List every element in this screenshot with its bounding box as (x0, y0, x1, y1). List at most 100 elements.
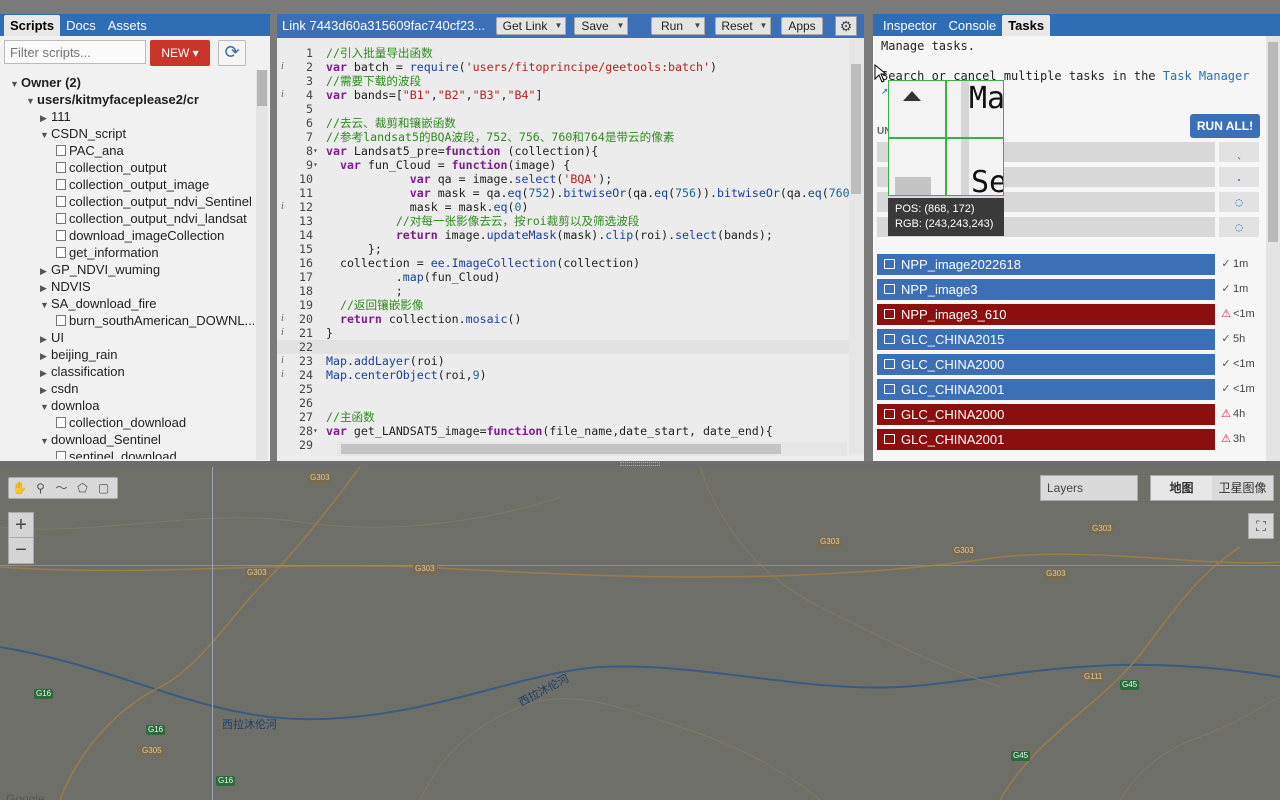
tree-folder[interactable]: ▶ classification (40, 363, 125, 380)
code-horizontal-scrollbar[interactable] (337, 442, 847, 456)
reset-button[interactable]: Reset (715, 17, 759, 35)
scrollbar-thumb[interactable] (851, 64, 861, 194)
fold-toggle-icon[interactable]: ▾ (313, 424, 321, 438)
tasks-scrollbar[interactable] (1266, 36, 1280, 461)
code-line[interactable]: 17 .map(fun_Cloud) (277, 270, 849, 284)
task-row[interactable]: GLC_CHINA2000 (877, 354, 1215, 375)
run-button[interactable]: Run (651, 17, 693, 35)
code-line[interactable]: 28 ▾ var get_LANDSAT5_image=function(file_… (277, 424, 849, 438)
task-row[interactable]: NPP_image2022618 (877, 254, 1215, 275)
code-line[interactable]: 8 ▾ var Landsat5_pre=function (collection)… (277, 144, 849, 158)
chevron-down-icon[interactable]: ▼ (26, 93, 37, 110)
task-row[interactable]: GLC_CHINA2015 (877, 329, 1215, 350)
code-line[interactable]: 10 var qa = image.select('BQA'); (277, 172, 849, 186)
save-dropdown-icon[interactable]: ▼ (614, 17, 628, 35)
layers-button[interactable]: Layers (1040, 475, 1138, 501)
run-dropdown-icon[interactable]: ▼ (691, 17, 705, 35)
fold-toggle-icon[interactable]: ▾ (313, 144, 321, 158)
code-line[interactable]: 1 //引入批量导出函数 (277, 46, 849, 60)
save-button[interactable]: Save (574, 17, 616, 35)
code-line[interactable]: i 20 return collection.mosaic() (277, 312, 849, 326)
tree-folder[interactable]: ▼ SA_download_fire (40, 295, 157, 312)
script-title[interactable]: Link 7443d60a315609fac740cf23... (282, 18, 485, 33)
scrollbar-thumb[interactable] (1268, 42, 1278, 242)
code-line[interactable]: 6 //去云、裁剪和镶嵌函数 (277, 116, 849, 130)
task-row[interactable]: GLC_CHINA2001 (877, 379, 1215, 400)
tree-folder[interactable]: ▶ 111 (40, 108, 71, 125)
get-link-dropdown-icon[interactable]: ▼ (552, 17, 566, 35)
script-file[interactable]: sentinel_download (56, 448, 177, 459)
task-row[interactable]: NPP_image3_610 (877, 304, 1215, 325)
code-line[interactable]: i 4 var bands=["B1","B2","B3","B4"] (277, 88, 849, 102)
tree-folder[interactable]: ▼ Owner (2) (10, 74, 81, 91)
filter-scripts-input[interactable] (4, 40, 146, 64)
script-file[interactable]: collection_output_image (56, 176, 209, 193)
code-line[interactable]: i 12 mask = mask.eq(0) (277, 200, 849, 214)
code-vertical-scrollbar[interactable] (849, 38, 864, 454)
script-file[interactable]: download_imageCollection (56, 227, 224, 244)
code-line[interactable]: 3 //需要下载的波段 (277, 74, 849, 88)
tree-folder[interactable]: ▼ download_Sentinel (40, 431, 161, 448)
get-link-button[interactable]: Get Link (496, 17, 554, 35)
new-button[interactable]: NEW ▾ (150, 40, 210, 66)
task-row[interactable]: GLC_CHINA2001 (877, 429, 1215, 450)
polygon-icon[interactable]: ⬠ (72, 478, 93, 498)
code-line[interactable]: 9 ▾ var fun_Cloud = function(image) { (277, 158, 849, 172)
script-file[interactable]: PAC_ana (56, 142, 124, 159)
code-line[interactable]: 22 (277, 340, 849, 354)
tab-scripts[interactable]: Scripts (4, 15, 61, 36)
zoom-in-button[interactable]: + (9, 513, 33, 538)
task-row[interactable]: NPP_image3 (877, 279, 1215, 300)
map-type-map[interactable]: 地图 (1151, 476, 1212, 500)
code-line[interactable]: 15 }; (277, 242, 849, 256)
tree-folder[interactable]: ▼ users/kitmyfaceplease2/cr (26, 91, 199, 108)
tree-folder[interactable]: ▶ beijing_rain (40, 346, 118, 363)
script-file[interactable]: get_information (56, 244, 159, 261)
tree-folder[interactable]: ▶ csdn (40, 380, 78, 397)
code-line[interactable]: 5 (277, 102, 849, 116)
code-line[interactable]: 7 //参考landsat5的BQA波段，752、756、760和764是带云的像… (277, 130, 849, 144)
script-file[interactable]: collection_download (56, 414, 186, 431)
code-line[interactable]: i 2 var batch = require('users/fitoprincip… (277, 60, 849, 74)
code-line[interactable]: i 21} (277, 326, 849, 340)
tab-tasks[interactable]: Tasks (1002, 15, 1051, 36)
point-marker-icon[interactable]: ⚲ (30, 478, 51, 498)
code-line[interactable]: 14 return image.updateMask(mask).clip(ro… (277, 228, 849, 242)
line-icon[interactable]: 〜 (51, 478, 72, 498)
script-file[interactable]: collection_output_ndvi_landsat (56, 210, 247, 227)
code-line[interactable]: 16 collection = ee.ImageCollection(colle… (277, 256, 849, 270)
hand-icon[interactable]: ✋ (9, 478, 30, 498)
scrollbar-thumb[interactable] (341, 444, 781, 454)
code-line[interactable]: 18 ; (277, 284, 849, 298)
code-line[interactable]: 26 (277, 396, 849, 410)
scrollbar-thumb[interactable] (257, 70, 267, 106)
code-line[interactable]: i 24 Map.centerObject(roi,9) (277, 368, 849, 382)
refresh-icon[interactable]: ⟳ (218, 40, 246, 66)
map-view[interactable]: G303 G303 G303 G303 G303 G303 G303 G16 G… (0, 467, 1280, 800)
rectangle-icon[interactable]: ▢ (93, 478, 114, 498)
fullscreen-icon[interactable]: ⛶ (1248, 513, 1274, 539)
script-file[interactable]: collection_output_ndvi_Sentinel (56, 193, 252, 210)
script-file[interactable]: collection_output (56, 159, 167, 176)
tree-folder[interactable]: ▼ downloa (40, 397, 99, 414)
code-line[interactable]: 25 (277, 382, 849, 396)
splitter-grip[interactable] (620, 462, 660, 466)
code-line[interactable]: 13 //对每一张影像去云，按roi裁剪以及筛选波段 (277, 214, 849, 228)
chevron-down-icon[interactable]: ▼ (40, 297, 51, 314)
chevron-down-icon[interactable]: ▼ (40, 433, 51, 450)
tab-console[interactable]: Console (942, 15, 1002, 36)
tree-folder[interactable]: ▶ NDVIS (40, 278, 91, 295)
gear-icon[interactable]: ⚙ (835, 16, 857, 36)
task-manager-link[interactable]: Task Manager (1163, 69, 1250, 83)
script-file[interactable]: burn_southAmerican_DOWNL... (56, 312, 254, 329)
task-row[interactable]: GLC_CHINA2000 (877, 404, 1215, 425)
map-type-satellite[interactable]: 卫星图像 (1212, 476, 1273, 500)
tree-folder[interactable]: ▼ CSDN_script (40, 125, 126, 142)
code-line[interactable]: 19 //返回镶嵌影像 (277, 298, 849, 312)
code-line[interactable]: 27 //主函数 (277, 410, 849, 424)
run-all-button[interactable]: RUN ALL! (1190, 114, 1260, 138)
fold-toggle-icon[interactable]: ▾ (313, 158, 321, 172)
code-line[interactable]: i 23 Map.addLayer(roi) (277, 354, 849, 368)
zoom-out-button[interactable]: − (9, 538, 33, 563)
chevron-down-icon[interactable]: ▼ (40, 399, 51, 416)
